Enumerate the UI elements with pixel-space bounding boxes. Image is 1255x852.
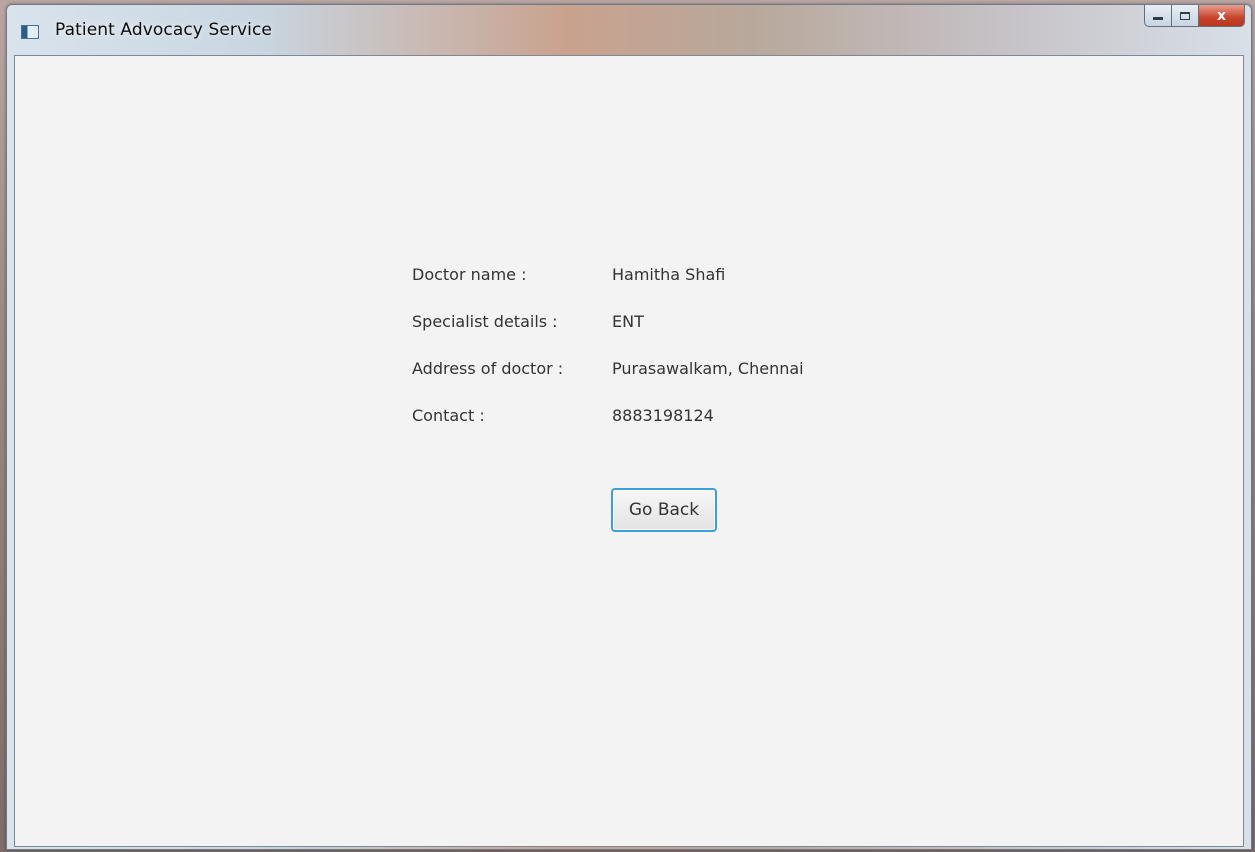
doctor-name-label: Doctor name : (412, 265, 527, 284)
specialist-value: ENT (612, 312, 644, 331)
maximize-button[interactable] (1172, 5, 1199, 27)
window-title: Patient Advocacy Service (55, 20, 272, 40)
go-back-button[interactable]: Go Back (611, 488, 717, 532)
minimize-button[interactable] (1144, 5, 1172, 27)
app-icon[interactable] (21, 25, 39, 39)
address-label: Address of doctor : (412, 359, 564, 378)
content-area (14, 55, 1244, 847)
minimize-icon (1153, 17, 1163, 20)
app-window: Patient Advocacy Service x (6, 4, 1252, 850)
contact-value: 8883198124 (612, 406, 714, 425)
close-icon: x (1216, 7, 1227, 24)
caption-buttons: x (1144, 5, 1245, 27)
title-bar[interactable]: Patient Advocacy Service x (7, 5, 1251, 55)
desktop-background: Patient Advocacy Service x (0, 0, 1255, 852)
maximize-icon (1180, 11, 1190, 20)
close-button[interactable]: x (1199, 5, 1245, 27)
address-value: Purasawalkam, Chennai (612, 359, 804, 378)
doctor-name-value: Hamitha Shafi (612, 265, 726, 284)
contact-label: Contact : (412, 406, 485, 425)
specialist-label: Specialist details : (412, 312, 558, 331)
